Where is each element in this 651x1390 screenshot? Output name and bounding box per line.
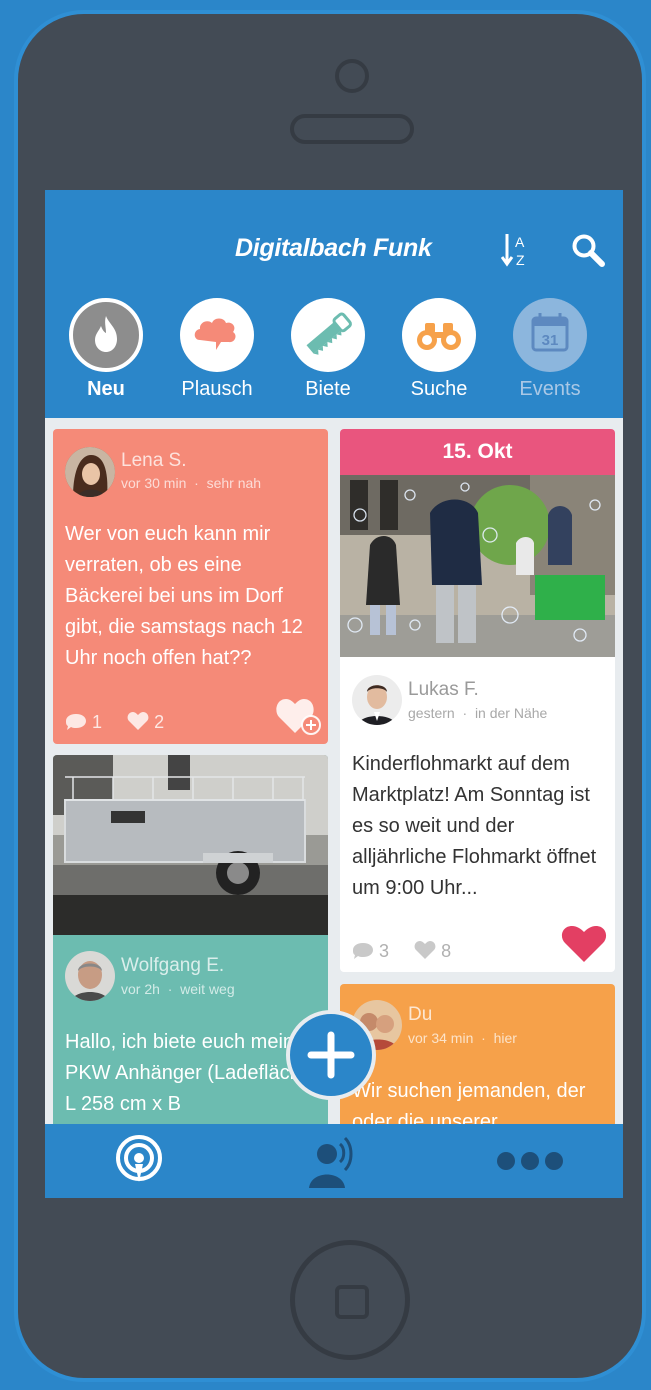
broadcast-icon[interactable] bbox=[113, 1134, 165, 1186]
post-meta: vor 34 min · hier bbox=[408, 1030, 517, 1046]
post-card-plausch[interactable]: Lena S. vor 30 min · sehr nah Wer von eu… bbox=[53, 429, 328, 744]
category-label: Suche bbox=[410, 378, 468, 400]
avatar[interactable] bbox=[352, 675, 402, 725]
post-distance: in der Nähe bbox=[474, 705, 548, 721]
top-bar: Digitalbach Funk A Z Neu Plausch Biete S… bbox=[45, 190, 623, 418]
category-label: Plausch bbox=[181, 378, 253, 400]
meta-separator: · bbox=[194, 475, 199, 491]
svg-text:Z: Z bbox=[516, 252, 525, 268]
post-text[interactable]: Wir suchen jemanden, der oder die unsere… bbox=[352, 1076, 610, 1124]
category-label: Biete bbox=[305, 378, 351, 400]
post-distance: weit weg bbox=[180, 981, 235, 997]
liked-heart-icon[interactable] bbox=[560, 924, 608, 964]
meta-separator: · bbox=[167, 981, 173, 997]
add-like-icon[interactable] bbox=[275, 693, 323, 737]
post-author[interactable]: Wolfgang E. bbox=[121, 955, 224, 977]
post-meta: gestern · in der Nähe bbox=[408, 705, 547, 721]
post-distance: hier bbox=[493, 1030, 517, 1046]
calendar-day: 31 bbox=[542, 332, 559, 349]
post-photo-children[interactable] bbox=[340, 475, 615, 657]
fire-icon bbox=[69, 298, 143, 372]
speech-cloud-icon bbox=[180, 298, 254, 372]
search-icon[interactable] bbox=[570, 232, 606, 268]
home-button[interactable] bbox=[290, 1240, 410, 1360]
bottom-nav bbox=[45, 1124, 623, 1198]
event-date-banner: 15. Okt bbox=[340, 429, 615, 475]
avatar[interactable] bbox=[65, 447, 115, 497]
post-card-suche[interactable]: Du vor 34 min · hier Wir suchen jemanden… bbox=[340, 984, 615, 1124]
comment-icon bbox=[66, 714, 86, 730]
category-events[interactable]: 31 Events bbox=[513, 298, 587, 400]
post-author[interactable]: Lukas F. bbox=[408, 679, 479, 701]
category-biete[interactable]: Biete bbox=[291, 298, 365, 400]
post-meta: vor 30 min · sehr nah bbox=[121, 475, 261, 491]
post-photo-trailer[interactable] bbox=[53, 755, 328, 935]
camera bbox=[335, 59, 369, 93]
post-distance: sehr nah bbox=[206, 475, 262, 491]
saw-icon bbox=[291, 298, 365, 372]
category-label: Neu bbox=[87, 378, 125, 400]
binoculars-icon bbox=[402, 298, 476, 372]
post-time: vor 30 min bbox=[121, 475, 187, 491]
phone-frame: Digitalbach Funk A Z Neu Plausch Biete S… bbox=[0, 0, 651, 1390]
more-menu-icon[interactable] bbox=[495, 1150, 565, 1172]
calendar-icon: 31 bbox=[513, 298, 587, 372]
post-time: vor 34 min bbox=[408, 1030, 474, 1046]
meta-separator: · bbox=[462, 705, 468, 721]
post-text[interactable]: Hallo, ich biete euch meinen PKW Anhänge… bbox=[65, 1027, 323, 1120]
add-post-button[interactable] bbox=[286, 1010, 376, 1100]
sort-az-icon[interactable]: A Z bbox=[501, 232, 533, 268]
post-author[interactable]: Lena S. bbox=[121, 450, 187, 472]
plus-icon bbox=[307, 1031, 355, 1079]
comment-count: 3 bbox=[379, 941, 390, 961]
post-stats: 1 2 bbox=[65, 711, 164, 733]
category-label: Events bbox=[519, 378, 581, 400]
avatar[interactable] bbox=[65, 951, 115, 1001]
speaking-person-icon[interactable] bbox=[307, 1132, 357, 1188]
like-count: 2 bbox=[154, 712, 165, 732]
speaker bbox=[290, 114, 414, 144]
post-stats: 3 8 bbox=[352, 940, 451, 962]
post-card-event[interactable]: 15. Okt Lukas F. gestern · in der Nähe K… bbox=[340, 429, 615, 972]
post-time: gestern bbox=[408, 705, 455, 721]
category-plausch[interactable]: Plausch bbox=[180, 298, 254, 400]
app-screen: Digitalbach Funk A Z Neu Plausch Biete S… bbox=[45, 190, 623, 1198]
app-title: Digitalbach Funk bbox=[235, 234, 432, 262]
post-author[interactable]: Du bbox=[408, 1004, 432, 1026]
post-text[interactable]: Kinderflohmarkt auf dem Marktplatz! Am S… bbox=[352, 749, 610, 904]
post-time: vor 2h bbox=[121, 981, 160, 997]
like-count: 8 bbox=[441, 941, 452, 961]
heart-icon bbox=[414, 941, 436, 959]
meta-separator: · bbox=[481, 1030, 486, 1046]
post-card-biete[interactable]: Wolfgang E. vor 2h · weit weg Hallo, ich… bbox=[53, 755, 328, 1124]
post-meta: vor 2h · weit weg bbox=[121, 981, 235, 997]
category-suche[interactable]: Suche bbox=[402, 298, 476, 400]
post-text[interactable]: Wer von euch kann mir verraten, ob es ei… bbox=[65, 519, 323, 674]
home-square-icon bbox=[335, 1285, 369, 1319]
category-neu[interactable]: Neu bbox=[69, 298, 143, 400]
heart-icon bbox=[127, 712, 149, 730]
comment-count: 1 bbox=[92, 712, 103, 732]
comment-icon bbox=[353, 943, 373, 959]
svg-text:A: A bbox=[515, 234, 525, 250]
